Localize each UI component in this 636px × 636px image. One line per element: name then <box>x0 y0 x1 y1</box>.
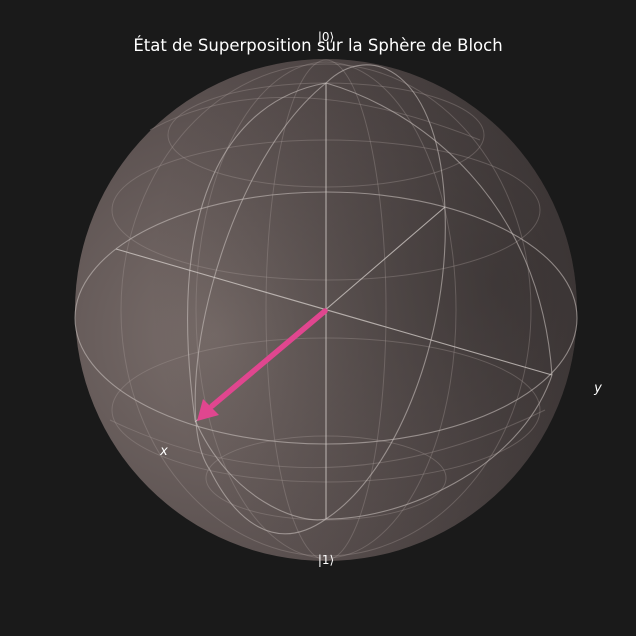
x-axis-label: x <box>159 444 168 459</box>
y-axis-label: y <box>593 381 602 396</box>
ket-one-label: |1⟩ <box>318 553 334 567</box>
ket-zero-label: |0⟩ <box>318 30 334 44</box>
bloch-sphere-canvas: État de Superposition sur la Sphère de B… <box>74 30 602 567</box>
bloch-sphere-figure: État de Superposition sur la Sphère de B… <box>0 0 636 636</box>
